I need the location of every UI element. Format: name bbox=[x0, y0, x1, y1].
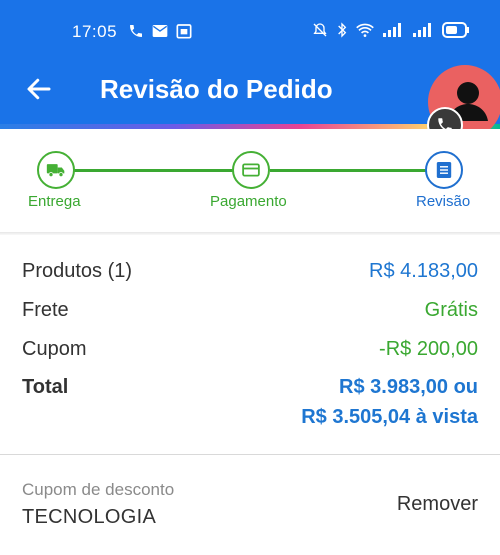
total-cash-value: R$ 3.505,04 à vista bbox=[301, 406, 478, 428]
total-label: Total bbox=[22, 376, 69, 398]
checkout-stepper: Entrega Pagamento Revisão bbox=[0, 129, 500, 233]
step-label-revisao: Revisão bbox=[416, 193, 471, 210]
summary-row-coupon: Cupom -R$ 200,00 bbox=[22, 338, 478, 368]
bluetooth-icon bbox=[338, 22, 347, 38]
signal-icon bbox=[413, 23, 431, 37]
order-summary: Produtos (1) R$ 4.183,00 Frete Grátis Cu… bbox=[0, 236, 500, 456]
signal-icon bbox=[383, 23, 401, 37]
battery-icon bbox=[442, 22, 469, 38]
status-time: 17:05 bbox=[72, 22, 118, 41]
document-icon bbox=[436, 162, 452, 178]
remove-coupon-button[interactable]: Remover bbox=[397, 493, 478, 516]
section-divider bbox=[0, 232, 500, 235]
coupon-code: TECNOLOGIA bbox=[22, 506, 157, 528]
wifi-icon bbox=[356, 23, 374, 37]
divider bbox=[0, 454, 500, 455]
step-label-pagamento: Pagamento bbox=[210, 193, 287, 210]
products-value: R$ 4.183,00 bbox=[369, 260, 478, 282]
coupon-discount-value: -R$ 200,00 bbox=[379, 338, 478, 360]
calendar-icon bbox=[176, 24, 192, 39]
page-title: Revisão do Pedido bbox=[100, 74, 333, 104]
app-header: 17:05 Revisão do Pedido bbox=[0, 0, 500, 124]
step-connector bbox=[270, 169, 426, 172]
summary-row-shipping: Frete Grátis bbox=[22, 299, 478, 329]
summary-row-total: Total R$ 3.983,00 ou R$ 3.505,04 à vista bbox=[22, 376, 478, 436]
step-pagamento[interactable] bbox=[232, 151, 270, 189]
step-label-entrega: Entrega bbox=[28, 193, 81, 210]
shipping-value: Grátis bbox=[424, 299, 478, 321]
card-icon bbox=[242, 163, 260, 177]
total-value: R$ 3.983,00 ou bbox=[339, 376, 478, 398]
step-entrega[interactable] bbox=[37, 151, 75, 189]
mail-icon bbox=[152, 25, 168, 37]
truck-icon bbox=[46, 164, 65, 178]
phone-icon bbox=[130, 25, 142, 37]
step-revisao[interactable] bbox=[425, 151, 463, 189]
mute-icon bbox=[313, 23, 327, 37]
shipping-label: Frete bbox=[22, 299, 69, 321]
status-bar: 17:05 bbox=[0, 0, 500, 66]
back-arrow-icon[interactable] bbox=[24, 74, 54, 104]
summary-row-products: Produtos (1) R$ 4.183,00 bbox=[22, 260, 478, 290]
products-label: Produtos (1) bbox=[22, 260, 133, 282]
step-connector bbox=[74, 169, 234, 172]
coupon-field-label: Cupom de desconto bbox=[22, 480, 175, 499]
coupon-discount-label: Cupom bbox=[22, 338, 87, 360]
